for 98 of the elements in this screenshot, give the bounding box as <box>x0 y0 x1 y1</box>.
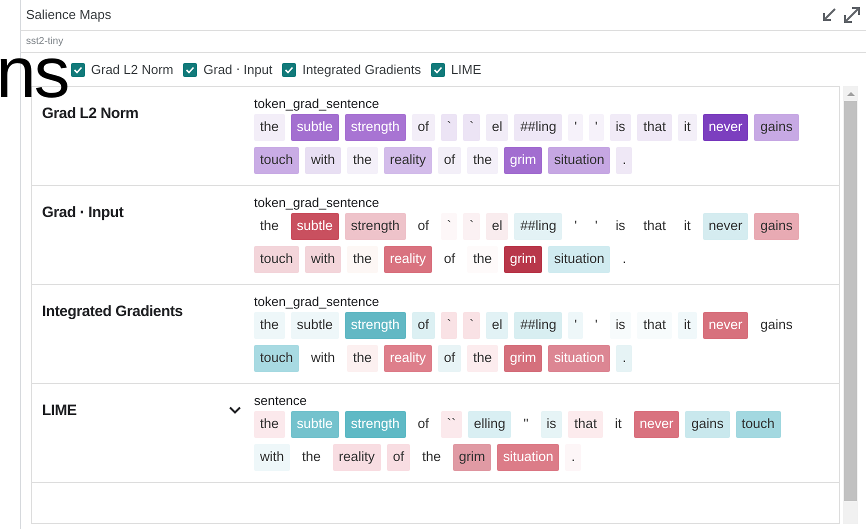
token-chip: reality <box>332 444 381 471</box>
token-chip: reality <box>384 246 432 273</box>
method-checkbox[interactable]: Integrated Gradients <box>282 60 421 80</box>
method-checkbox[interactable]: Grad ⋅ Input <box>183 60 272 80</box>
token-chip: touch <box>254 147 300 174</box>
token-chip: subtle <box>290 114 339 141</box>
token-chip: situation <box>497 444 560 471</box>
token-chip: situation <box>548 345 610 372</box>
token-chip: ##ling <box>514 312 562 339</box>
check-icon <box>73 64 83 74</box>
token-chip: with <box>254 444 290 471</box>
token-chip: subtle <box>290 411 339 438</box>
token-chip: of <box>412 114 435 141</box>
token-chip: the <box>347 345 378 372</box>
token-chip: the <box>467 345 498 372</box>
dataset-label: sst2-tiny <box>26 35 64 49</box>
token-chip: of <box>386 444 410 471</box>
token-chip: strength <box>344 411 406 438</box>
token-chip: never <box>702 114 748 141</box>
token-chip: ` <box>463 312 480 339</box>
token-chip: strength <box>344 213 406 240</box>
token-chip: . <box>616 147 632 174</box>
token-chip: ##ling <box>514 114 562 141</box>
token-chip: strength <box>344 114 406 141</box>
token-chip: never <box>634 411 680 438</box>
token-chip: touch <box>736 411 781 438</box>
method-checkbox[interactable]: LIME <box>430 60 482 80</box>
token-chip: el <box>486 114 508 141</box>
token-chip: ` <box>440 114 458 141</box>
token-chip: `` <box>440 411 462 438</box>
token-chip: the <box>347 246 378 273</box>
token-chip: it <box>678 312 697 339</box>
token-chip: ` <box>463 114 480 141</box>
token-chip: touch <box>254 246 300 273</box>
token-chip: never <box>702 213 748 240</box>
token-chip: grim <box>504 246 542 273</box>
token-chip: gains <box>754 114 799 141</box>
check-icon <box>432 64 443 74</box>
token-chip: ' <box>568 114 583 141</box>
token-chip: the <box>254 312 285 339</box>
token-chip: elling <box>468 411 512 438</box>
token-chip: is <box>610 312 632 339</box>
scrollbar[interactable] <box>843 86 858 524</box>
field-name: sentence <box>254 393 308 409</box>
minimize-icon[interactable] <box>820 6 838 24</box>
method-name: Grad L2 Norm <box>42 104 138 124</box>
overlay-text: ns <box>0 48 68 98</box>
token-chip: ` <box>463 213 480 240</box>
token-chip: that <box>637 312 672 339</box>
token-chip: gains <box>754 213 799 240</box>
field-name: token_grad_sentence <box>254 96 380 112</box>
token-chip: never <box>702 312 748 339</box>
check-icon <box>185 64 196 74</box>
token-chip: of <box>412 312 435 339</box>
token-chip: subtle <box>290 312 339 339</box>
check-icon <box>284 64 294 74</box>
method-name: Grad ⋅ Input <box>42 203 124 223</box>
token-chip: ##ling <box>514 213 562 240</box>
token-chip: that <box>637 114 672 141</box>
token-chip: grim <box>504 147 542 174</box>
token-chip: ` <box>440 213 458 240</box>
token-chip: of <box>438 147 462 174</box>
token-chip: the <box>467 147 498 174</box>
token-chip: situation <box>548 246 610 273</box>
token-chip: is <box>540 411 562 438</box>
token-chip: el <box>486 213 508 240</box>
field-name: token_grad_sentence <box>254 195 380 211</box>
token-chip: touch <box>254 345 300 372</box>
token-chip: of <box>438 345 462 372</box>
field-name: token_grad_sentence <box>254 294 380 310</box>
token-chip: el <box>486 312 508 339</box>
token-chip: grim <box>452 444 492 471</box>
token-chip: the <box>347 147 378 174</box>
token-chip: reality <box>384 147 432 174</box>
token-chip: the <box>254 114 285 141</box>
token-chip: with <box>305 246 342 273</box>
method-name: LIME <box>42 401 77 421</box>
token-chip: ' <box>588 114 604 141</box>
token-chip: ` <box>440 312 458 339</box>
token-chip: gains <box>685 411 730 438</box>
method-name: Integrated Gradients <box>42 302 183 322</box>
token-chip: ' <box>568 312 583 339</box>
token-chip: strength <box>344 312 406 339</box>
token-chip: that <box>568 411 603 438</box>
token-chip: the <box>254 411 285 438</box>
token-chip: subtle <box>290 213 339 240</box>
token-chip: is <box>610 114 632 141</box>
panel-title: Salience Maps <box>26 6 112 24</box>
expand-icon[interactable] <box>842 5 862 25</box>
token-chip: . <box>565 444 582 471</box>
token-chip: reality <box>384 345 432 372</box>
token-chip: situation <box>548 147 610 174</box>
token-chip: the <box>467 246 498 273</box>
token-chip: grim <box>504 345 542 372</box>
method-checkbox[interactable]: Grad L2 Norm <box>71 60 174 80</box>
token-chip: with <box>305 147 342 174</box>
token-chip: it <box>678 114 697 141</box>
token-chip: . <box>616 345 632 372</box>
